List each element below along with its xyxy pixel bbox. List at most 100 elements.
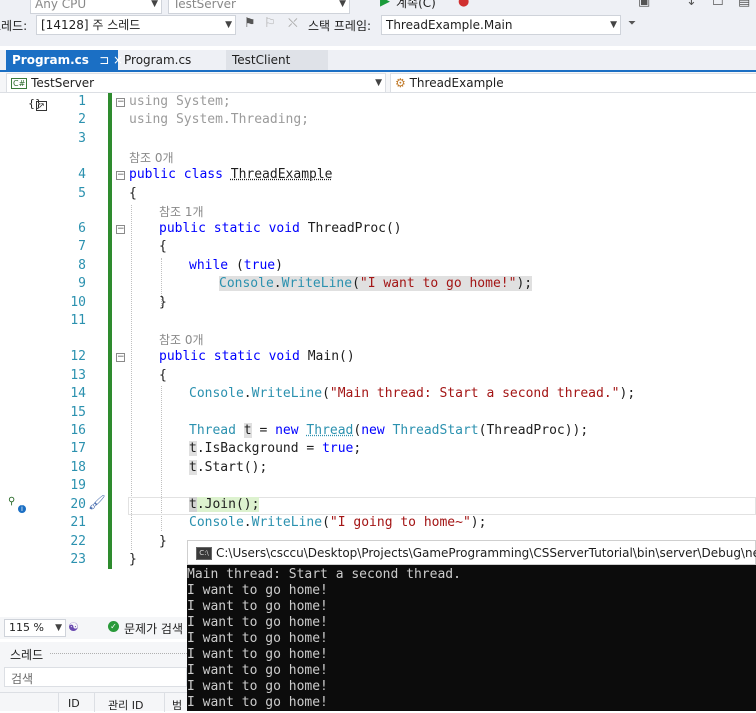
paintbrush-icon[interactable]: 🖌 [88,495,106,511]
continue-button-label[interactable]: 계속(C) [396,0,436,11]
thread-label: 스레드: [0,19,28,33]
collapse-toggle[interactable]: − [116,353,125,362]
line-number: 9 [78,276,86,291]
line-number: 11 [70,313,86,328]
line-number: 4 [78,167,86,182]
code-line-13: { [159,368,167,383]
navigation-bar: C# TestServer ▼ ⚙ ThreadExample [0,72,756,93]
tab-label: Program.cs [124,53,192,67]
codelens-references[interactable]: 참조 0개 [159,331,204,348]
project-nav-combo[interactable]: C# TestServer ▼ [6,73,386,93]
stop-icon[interactable]: ● [458,0,469,9]
code-line-7: { [159,239,167,254]
tab-program-active[interactable]: Program.cs ⊐ × [6,50,123,71]
chevron-down-icon: ▼ [225,20,232,30]
clear-flags-icon[interactable]: ⛌ [288,16,298,31]
line-number: 2 [78,112,86,127]
code-line-10: } [159,295,167,310]
tab-testclient[interactable]: TestClient [226,50,328,71]
line-number: 12 [70,349,86,364]
change-indicator [108,93,112,569]
threads-search-input[interactable]: 검색 [4,667,187,687]
toolbar-icon-2[interactable]: ↓ [686,0,697,9]
flag-threads-icon[interactable]: ⚐ [264,16,276,31]
platform-combo-value: Any CPU [35,0,87,11]
thread-combo[interactable]: [14128] 주 스레드 ▼ [36,15,236,35]
collapse-toggle[interactable]: − [116,171,125,180]
toolbar-icon-3[interactable]: ☐ [712,0,724,9]
chevron-down-icon: ▼ [55,623,62,633]
console-window[interactable]: C:\ C:\Users\csccu\Desktop\Projects\Game… [187,540,756,711]
chevron-down-icon: ▼ [375,78,382,88]
tab-label: TestClient [232,53,291,67]
stack-frame-label: 스택 프레임: [308,19,372,33]
startup-project-combo[interactable]: TestServer ▼ [168,0,350,14]
console-output-line: I want to go home! [187,583,328,598]
csharp-project-icon: C# [11,78,28,89]
line-number: 19 [70,478,86,493]
check-icon: ✓ [108,621,119,632]
toolbar-icon-4[interactable]: ▤ [738,0,750,9]
stack-frame-combo[interactable]: ThreadExample.Main ▼ [381,15,621,35]
line-number: 15 [70,405,86,420]
continue-icon[interactable]: ▶ [380,0,390,9]
copilot-icon[interactable]: ☯ [68,620,79,634]
stack-frame-value: ThreadExample.Main [386,18,513,32]
codelens-references[interactable]: 참조 1개 [159,203,204,220]
console-title-bar[interactable]: C:\ C:\Users\csccu\Desktop\Projects\Game… [187,540,756,565]
toolbar-icon[interactable]: ▣ [638,0,650,9]
document-tabs: Program.cs ⊐ × Program.cs TestClient [0,50,756,71]
info-icon: i [18,505,26,513]
panel-grip[interactable] [50,653,187,654]
collapse-toggle[interactable]: − [116,98,125,107]
console-output-line: I want to go home! [187,647,328,662]
code-line-22: } [159,534,167,549]
console-output-line: I want to go home! [187,599,328,614]
chevron-down-icon: ▼ [151,0,158,9]
console-output-line: I want to go home! [187,663,328,678]
codelens-references[interactable]: 참조 0개 [129,149,174,166]
console-output-line: I want to go home! [187,631,328,646]
line-number: 8 [78,258,86,273]
line-number: 3 [78,131,86,146]
column-header-id[interactable]: ID [68,697,80,710]
code-editor[interactable]: {} ↗ 1 2 3 4 5 6 7 8 9 10 11 12 13 14 15… [0,93,756,613]
code-line-16: Thread t = new Thread(new ThreadStart(Th… [189,423,589,438]
console-output-line: I want to go home! [187,695,328,710]
line-number: 21 [70,515,86,530]
line-number: 7 [78,239,86,254]
line-number: 22 [70,534,86,549]
flag-icon[interactable]: ⚑ [244,16,256,31]
collapse-toggle[interactable]: − [116,225,125,234]
line-number: 14 [70,386,86,401]
zoom-combo[interactable]: 115 % ▼ [4,619,66,637]
class-icon: ⚙ [395,76,406,90]
search-placeholder: 검색 [11,672,34,686]
line-number: 6 [78,221,86,236]
console-title: C:\Users\csccu\Desktop\Projects\GameProg… [216,546,756,560]
zoom-value: 115 % [9,621,44,634]
line-number: 10 [70,295,86,310]
line-number: 20 [70,497,86,512]
line-number: 5 [78,186,86,201]
code-line-17: t.IsBackground = true; [189,441,362,456]
class-nav-value: ThreadExample [409,76,504,90]
startup-project-value: TestServer [173,0,236,11]
console-output-line: Main thread: Start a second thread. [187,567,461,582]
code-line-23: } [129,552,137,567]
line-number: 23 [70,552,86,567]
code-line-4: public class ThreadExample [129,167,333,182]
threads-panel: 스레드 검색 ID 관리 ID 범 [0,642,187,712]
code-line-9: Console.WriteLine("I want to go home!"); [219,276,533,291]
debug-arrow-icon: ↗ [36,101,47,111]
debug-toolbar: Any CPU ▼ TestServer ▼ ▶ 계속(C) ● ▣ ↓ ☐ ▤… [0,0,756,46]
overflow-icon[interactable]: ⏷ [628,18,636,29]
problems-status[interactable]: 문제가 검색 [124,620,183,637]
threads-panel-title: 스레드 [10,648,44,662]
chevron-down-icon: ▼ [339,0,346,9]
tab-program[interactable]: Program.cs [118,50,226,71]
code-line-14: Console.WriteLine("Main thread: Start a … [189,386,636,401]
class-nav-combo[interactable]: ⚙ ThreadExample [390,73,756,93]
tab-label: Program.cs [12,53,89,67]
platform-combo[interactable]: Any CPU ▼ [30,0,162,14]
